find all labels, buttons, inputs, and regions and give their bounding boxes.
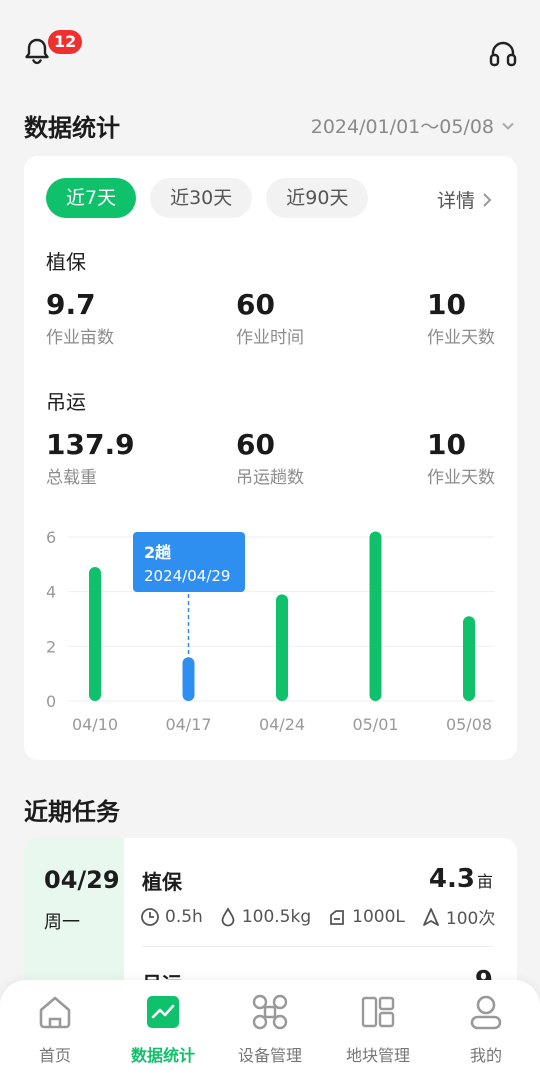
- tooltip-date: 2024/04/29: [144, 567, 230, 585]
- tooltip-value: 2趟: [144, 543, 172, 562]
- chart-icon: [147, 996, 179, 1028]
- task-name: 植保: [142, 870, 182, 894]
- stat-value: 60: [236, 288, 275, 321]
- stat-total-load: 137.9 总载重: [46, 428, 135, 488]
- nav-profile[interactable]: 我的: [432, 992, 540, 1066]
- task-weekday: 周一: [44, 912, 80, 933]
- stat-value: 10: [427, 288, 466, 321]
- stat-lifting-days: 10 作业天数: [427, 428, 495, 488]
- nav-fields-label: 地块管理: [345, 1046, 410, 1065]
- stat-work-days: 10 作业天数: [427, 288, 495, 348]
- stat-label: 作业天数: [427, 328, 495, 348]
- task-amount: 4.3 亩: [429, 864, 493, 894]
- meta-count-value: 100次: [445, 909, 496, 929]
- stats-card: 近7天 近30天 近90天 详情 植保 9.7 作业亩数 60 作业时间 10 …: [24, 156, 517, 760]
- date-range-picker[interactable]: 2024/01/01～05/08: [311, 112, 516, 139]
- nav-stats[interactable]: 数据统计: [109, 992, 217, 1066]
- bar: [369, 531, 382, 701]
- plant-protection-title: 植保: [46, 250, 86, 274]
- notification-badge: 12: [48, 30, 83, 54]
- y-tick-label: 4: [46, 583, 56, 602]
- nav-devices-label: 设备管理: [237, 1046, 302, 1065]
- tab-7-days[interactable]: 近7天: [46, 178, 137, 218]
- stat-label: 总载重: [46, 468, 97, 488]
- stat-acres: 9.7 作业亩数: [46, 288, 114, 348]
- task-meta: 0.5h 100.5kg 1000L 100次: [140, 904, 495, 929]
- stat-value: 10: [427, 428, 466, 461]
- droplet-icon: [221, 906, 235, 926]
- detail-link[interactable]: 详情: [437, 186, 493, 213]
- meta-weight-value: 100.5kg: [241, 906, 312, 927]
- task-amount-value: 4.3: [428, 864, 475, 894]
- stat-value: 60: [236, 428, 275, 461]
- headset-icon[interactable]: [488, 38, 518, 68]
- bottom-nav: 首页 数据统计 设备管理 地块管理 我的: [0, 980, 540, 1092]
- recent-section-title: 近期任务: [24, 798, 120, 826]
- y-tick-label: 0: [46, 692, 56, 711]
- tab-90-days[interactable]: 近90天: [266, 178, 369, 218]
- trips-bar-chart: 0 2 4 6 04/10 04/17 04/24 05/01 05/08 2趟 2024/04/2…: [46, 528, 494, 734]
- home-icon: [39, 996, 71, 1029]
- x-tick-label: 05/08: [446, 715, 492, 734]
- meta-duration-value: 0.5h: [165, 906, 203, 927]
- chevron-right-icon: [483, 192, 492, 207]
- bar: [89, 567, 101, 701]
- tank-icon: [330, 909, 345, 925]
- stat-label: 作业时间: [236, 328, 304, 348]
- y-tick-label: 6: [46, 528, 56, 547]
- profile-icon: [470, 995, 502, 1030]
- task-date: 04/29: [44, 866, 120, 894]
- stats-section-title: 数据统计: [24, 114, 120, 142]
- x-tick-label: 04/17: [165, 715, 211, 734]
- stat-value: 137.9: [46, 428, 135, 461]
- chevron-down-icon: [502, 122, 514, 130]
- y-tick-label: 2: [46, 637, 56, 656]
- stat-label: 吊运趟数: [236, 468, 304, 488]
- lifting-title: 吊运: [46, 390, 86, 414]
- nav-profile-label: 我的: [469, 1046, 502, 1065]
- stat-work-time: 60 作业时间: [236, 288, 304, 348]
- detail-label: 详情: [436, 190, 475, 212]
- period-tabs: 近7天 近30天 近90天: [46, 178, 369, 218]
- top-bar: 12: [0, 0, 540, 100]
- nav-home-label: 首页: [38, 1046, 71, 1065]
- field-icon: [361, 996, 395, 1028]
- nav-fields[interactable]: 地块管理: [324, 992, 432, 1066]
- stat-trips: 60 吊运趟数: [236, 428, 304, 488]
- task-divider: [142, 946, 493, 947]
- nav-devices[interactable]: 设备管理: [216, 992, 324, 1066]
- date-range-text: 2024/01/01～05/08: [310, 116, 494, 138]
- bar: [276, 594, 288, 701]
- tab-30-days[interactable]: 近30天: [150, 178, 253, 218]
- meta-volume: 1000L: [327, 907, 405, 927]
- stat-value: 9.7: [46, 288, 96, 321]
- meta-weight: 100.5kg: [219, 907, 311, 927]
- stat-label: 作业天数: [427, 468, 495, 488]
- nav-home[interactable]: 首页: [1, 992, 109, 1066]
- drone-icon: [252, 994, 288, 1030]
- bar: [182, 657, 195, 701]
- clock-icon: [141, 907, 159, 926]
- navigation-icon: [422, 907, 439, 926]
- x-tick-label: 04/24: [259, 715, 305, 734]
- meta-count: 100次: [421, 904, 495, 929]
- meta-volume-value: 1000L: [352, 906, 405, 927]
- task-amount-unit: 亩: [476, 872, 493, 891]
- meta-duration: 0.5h: [140, 907, 203, 927]
- x-tick-label: 05/01: [352, 715, 398, 734]
- x-tick-label: 04/10: [72, 715, 118, 734]
- bar: [463, 616, 475, 701]
- stat-label: 作业亩数: [46, 328, 114, 348]
- nav-stats-label: 数据统计: [130, 1046, 195, 1065]
